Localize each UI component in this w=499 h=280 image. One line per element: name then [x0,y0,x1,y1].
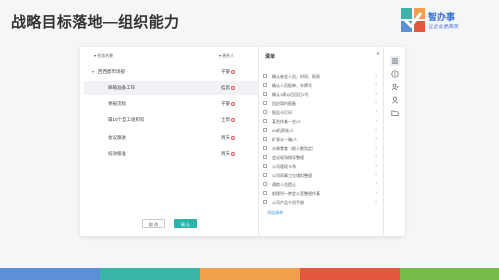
remove-icon[interactable]: × [375,118,378,123]
logo-name: 智办事 [428,12,456,22]
remove-icon[interactable]: × [375,181,378,186]
footer-bar-orange [200,268,300,280]
alert-icon [231,69,235,74]
checklist-item[interactable]: 矿泉水一箱/人 × [263,135,381,144]
column-header-name[interactable]: ▾ 任务名称 [94,53,113,59]
alert-icon [231,85,235,90]
panel-title: 清单 [265,54,276,60]
checklist-item[interactable]: 前理列一转会公室整理作基 × [263,189,381,198]
logo-slogan: 让企业更高效 [428,24,459,30]
remove-icon[interactable]: × [375,199,378,204]
checkbox[interactable] [263,83,267,87]
user-edit-icon[interactable] [390,82,400,92]
user-icon[interactable] [390,95,400,105]
remove-icon[interactable]: × [375,82,378,87]
checklist-item[interactable]: 某些作者一名/人 × [263,117,381,126]
checklist-item[interactable]: 通航人员提让 × [263,180,381,189]
checklist-panel: 清单 × 确认参会人员、时间、职责 × 确认人员报单、车牌号 × 确认1周以后回后2… [258,47,383,236]
logo-icon [401,8,425,32]
checklist-item[interactable]: 确认参会人员、时间、职责 × [263,72,381,81]
logo: 智办事 让企业更高效 [401,6,493,40]
checkbox[interactable] [263,110,267,114]
checkbox[interactable] [263,200,267,204]
remove-icon[interactable]: × [375,73,378,78]
task-owner: 子豪 [221,101,235,107]
task-name: 会议跟进 [108,135,126,140]
alert-icon [231,101,235,106]
checklist-item[interactable]: A4机两张/人 × [263,126,381,135]
checklist-item[interactable]: 报告卡打印 × [263,108,381,117]
table-row[interactable]: ▾ 西西郡市场部 子豪 [84,65,258,79]
checklist-item[interactable]: 水果零食（根人数而定） × [263,144,381,153]
remove-icon[interactable]: × [375,190,378,195]
task-name: 邮箱准备工作 [108,85,135,90]
task-owner: 周天 [221,151,235,157]
add-checklist-link[interactable]: 添加清单 [263,208,381,217]
checkbox[interactable] [263,146,267,150]
slide: 战略目标落地—组织能力 智办事 让企业更高效 ▾ 任务名称 ▾ 责任人 ▾ 西西… [0,0,499,280]
checklist-item[interactable]: 回应简约报备 × [263,99,381,108]
footer-bar-blue [0,268,100,280]
alert-icon [231,151,235,156]
checkbox[interactable] [263,137,267,141]
checkbox[interactable] [263,173,267,177]
task-owner: 周天 [221,135,235,141]
close-icon[interactable]: × [376,51,380,58]
folder-icon[interactable] [390,108,400,118]
remove-icon[interactable]: × [375,154,378,159]
checkbox[interactable] [263,128,267,132]
checkbox[interactable] [263,164,267,168]
alert-icon [231,135,235,140]
checklist-item[interactable]: 会议现场指导整理 × [263,153,381,162]
task-owner: 子豪 [221,69,235,75]
checkbox[interactable] [263,182,267,186]
column-header-owner[interactable]: ▾ 责任人 [219,53,234,59]
remove-icon[interactable]: × [375,136,378,141]
app-window: ▾ 任务名称 ▾ 责任人 ▾ 西西郡市场部 子豪 邮箱准备工作 桂思 季报流程 … [80,47,405,236]
checkbox[interactable] [263,101,267,105]
info-icon[interactable] [390,69,400,79]
table-row[interactable]: 会议跟进 周天 [84,131,258,145]
checkbox[interactable] [263,92,267,96]
remove-icon[interactable]: × [375,145,378,150]
alert-icon [231,117,235,122]
task-name: 属10个互工组织料 [108,117,145,122]
checklist-item[interactable]: 公司同事工位诸扣整理 × [263,171,381,180]
table-row[interactable]: 邮箱准备工作 桂思 [84,81,258,95]
checkbox[interactable] [263,74,267,78]
confirm-button[interactable]: 确 认 [174,219,197,228]
task-owner: 士周 [221,117,235,123]
task-name: 季报流程 [108,101,126,106]
checklist-item[interactable]: 公司产品介绍手册 × [263,198,381,207]
footer-bar-red [300,268,400,280]
task-name: 投效服准 [108,151,126,156]
list-icon[interactable] [390,56,400,66]
checklist-item[interactable]: 确认1周以后回后2号 × [263,90,381,99]
task-owner: 桂思 [221,85,235,91]
remove-icon[interactable]: × [375,100,378,105]
checklist-item[interactable]: 公司理现卡净 × [263,162,381,171]
checklist-item[interactable]: 确认人员报单、车牌号 × [263,81,381,90]
checkbox[interactable] [263,191,267,195]
checkbox[interactable] [263,155,267,159]
task-name: 西西郡市场部 [98,69,125,74]
table-row[interactable]: 投效服准 周天 [84,147,258,161]
remove-icon[interactable]: × [375,91,378,96]
table-row[interactable]: 属10个互工组织料 士周 [84,113,258,127]
checkbox[interactable] [263,119,267,123]
table-row[interactable]: 季报流程 子豪 [84,97,258,111]
footer-bar-green [400,268,499,280]
remove-icon[interactable]: × [375,163,378,168]
page-title: 战略目标落地—组织能力 [11,14,180,31]
remove-icon[interactable]: × [375,127,378,132]
footer-bar-teal [100,268,200,280]
cancel-button[interactable]: 取 消 [142,219,165,228]
chevron-down-icon[interactable]: ▾ [92,69,94,74]
right-toolbar [383,47,405,236]
remove-icon[interactable]: × [375,172,378,177]
task-table: ▾ 任务名称 ▾ 责任人 ▾ 西西郡市场部 子豪 邮箱准备工作 桂思 季报流程 … [80,47,258,236]
remove-icon[interactable]: × [375,109,378,114]
